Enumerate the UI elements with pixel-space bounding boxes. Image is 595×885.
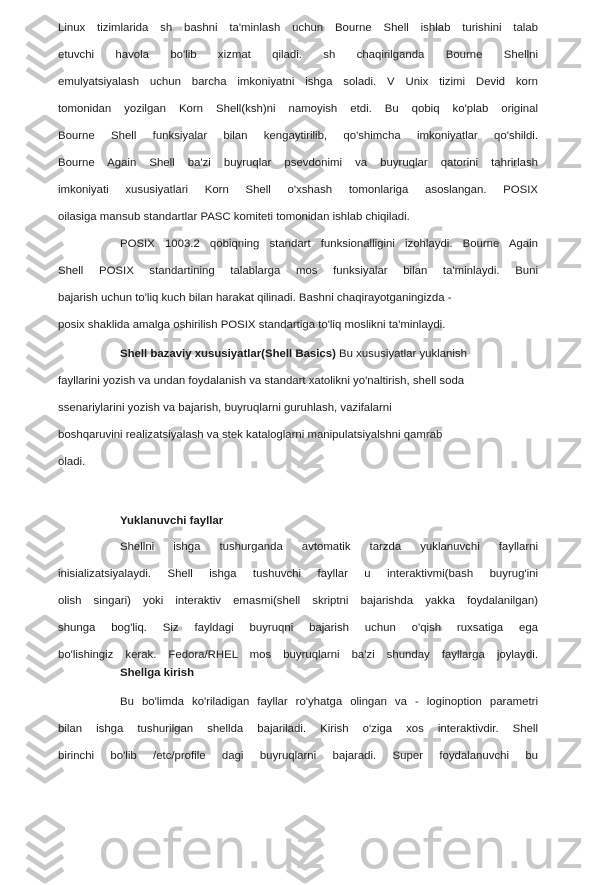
stacked-layers-icon: [285, 115, 325, 184]
paragraph-line: olish singari) yoki interaktiv emasmi(sh…: [58, 595, 538, 607]
paragraph-line: inisializatsiyalaydi. Shell ishga tushuv…: [58, 568, 538, 580]
watermark-text: oefen.uz: [358, 818, 583, 881]
paragraph-line: shunga bog'liq. Siz fayldagi buyruqni ba…: [58, 622, 538, 634]
paragraph-line: bajarish uchun to'liq kuch bilan harakat…: [58, 292, 452, 304]
watermark: oefen.uz: [25, 415, 323, 485]
paragraph-line: oilasiga mansub standartlar PASC komitet…: [58, 211, 410, 223]
paragraph-line: Bourne Again Shell ba'zi buyruqlar psevd…: [58, 157, 538, 169]
section-heading: Yuklanuvchi fayllar: [120, 515, 224, 527]
watermark-layer: oefen.uz oefen.uz oefen.uz oefen.uz oefen.uz…: [0, 0, 595, 884]
watermark: oefen.uz: [25, 115, 323, 185]
paragraph-line: fayllarini yozish va undan foydalanish v…: [58, 375, 465, 387]
paragraph-line: imkoniyati xususiyatlari Korn Shell o'xs…: [58, 184, 538, 196]
paragraph-line: Shell POSIX standartining talablarga mos…: [58, 265, 538, 277]
watermark-text: oefen.uz: [98, 818, 323, 881]
paragraph-line: bo'lishingiz kerak. Fedora/RHEL mos buyr…: [58, 649, 538, 661]
paragraph-line: ssenariylarini yozish va bajarish, buyru…: [58, 402, 392, 414]
stacked-layers-icon: [25, 415, 65, 484]
watermark: oefen.uz: [285, 415, 583, 485]
paragraph-line: oladi.: [58, 456, 86, 468]
paragraph-line: posix shaklida amalga oshirilish POSIX s…: [58, 319, 446, 331]
paragraph-line: Bourne Shell funksiyalar bilan kengaytir…: [58, 130, 538, 142]
section-heading: Shell bazaviy xususiyatlar(Shell Basics): [120, 348, 336, 360]
paragraph-line: Shellni ishga tushurganda avtomatik tarz…: [120, 541, 538, 553]
heading-continuation: Bu xususiyatlar yuklanish: [335, 348, 467, 360]
paragraph-line: boshqaruvini realizatsiyalash va stek ka…: [58, 429, 443, 441]
paragraph-line: birinchi bo'lib /etc/profile dagi buyruq…: [58, 750, 538, 762]
watermark: oefen.uz: [25, 815, 323, 885]
stacked-layers-icon: [285, 415, 325, 484]
stacked-layers-icon: [25, 115, 65, 184]
paragraph-line: bilan ishga tushurilgan shellda bajarila…: [58, 723, 538, 735]
paragraph-line: tomonidan yozilgan Korn Shell(ksh)ni nam…: [58, 103, 538, 115]
section-heading: Shellga kirish: [120, 667, 195, 679]
watermark: oefen.uz: [285, 815, 583, 885]
watermark: oefen.uz: [285, 115, 583, 185]
paragraph-line: POSIX 1003.2 qobiqning standart funksion…: [120, 238, 538, 250]
paragraph-line: etuvchi havola bo'lib xizmat qiladi. sh …: [58, 49, 538, 61]
stacked-layers-icon: [285, 815, 325, 884]
paragraph-line: Bu bo'limda ko'riladigan fayllar ro'yhat…: [120, 696, 538, 708]
stacked-layers-icon: [25, 815, 65, 884]
paragraph-line: emulyatsiyalash uchun barcha imkoniyatni…: [58, 76, 538, 88]
paragraph-line: Shell bazaviy xususiyatlar(Shell Basics)…: [58, 347, 538, 361]
paragraph-line: Linux tizimlarida sh bashni ta'minlash u…: [58, 22, 538, 34]
